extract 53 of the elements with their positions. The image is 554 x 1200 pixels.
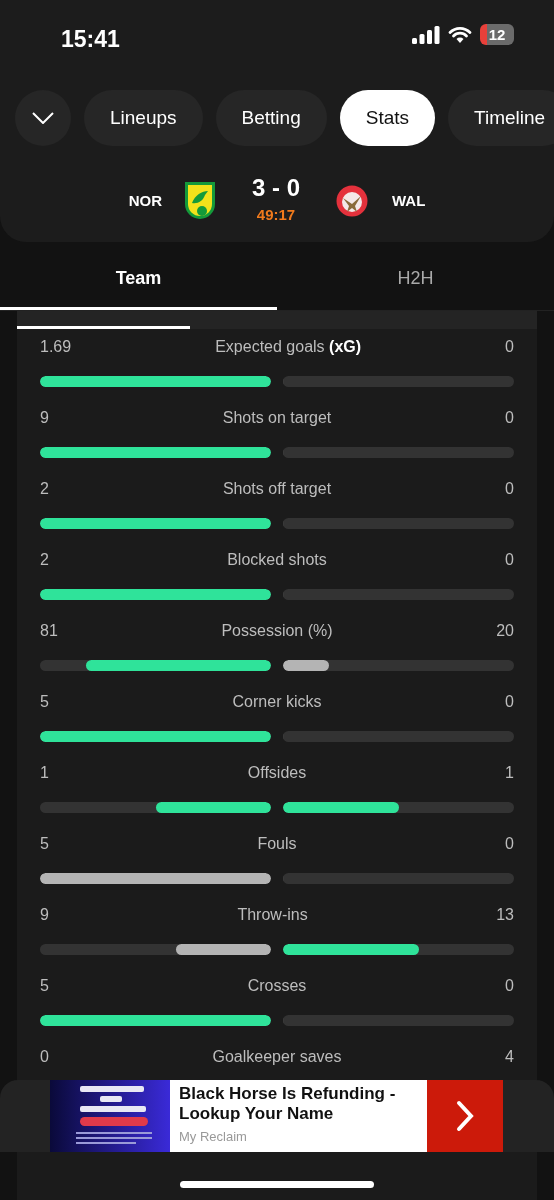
- stat-value: 0: [505, 337, 514, 357]
- match-clock: 49:17: [256, 204, 296, 225]
- round-crest-icon: [336, 185, 368, 217]
- stat-label: Shots off target: [222, 479, 332, 499]
- stat-value: 5: [40, 976, 49, 996]
- tab[interactable]: Betting: [215, 90, 327, 146]
- stat-value: 2: [40, 479, 49, 499]
- stat-value: 4: [505, 1047, 514, 1067]
- stat-label: Throw-ins: [237, 905, 308, 925]
- ad-open-button[interactable]: [427, 1080, 503, 1152]
- stat-value: 5: [40, 834, 49, 854]
- score: 3 - 0: [252, 175, 300, 200]
- chevron-right-icon: [456, 1100, 474, 1132]
- stat-value: 0: [505, 834, 514, 854]
- stat-value: 0: [505, 976, 514, 996]
- status-time: 15:41: [61, 25, 120, 54]
- wifi-icon: [448, 25, 472, 44]
- stat-label: Goalkeeper saves: [212, 1047, 342, 1067]
- tab[interactable]: Lineups: [84, 90, 203, 146]
- stat-value: 0: [40, 1047, 49, 1067]
- stat-label: Shots on target: [222, 408, 332, 428]
- signal-icon: [412, 25, 440, 44]
- battery-indicator: 12: [480, 24, 514, 45]
- stat-label: Crosses: [247, 976, 307, 996]
- team-code: NOR: [128, 190, 162, 211]
- stat-value: 0: [505, 692, 514, 712]
- stat-value: 13: [496, 905, 514, 925]
- stat-label: Possession (%): [221, 621, 333, 641]
- ad-source: My Reclaim: [179, 1127, 248, 1146]
- stat-value: 2: [40, 550, 49, 570]
- stat-value: 1: [505, 763, 514, 783]
- stat-label: Fouls: [257, 834, 297, 854]
- stat-label: Corner kicks: [232, 692, 322, 712]
- shield-crest-icon: [184, 181, 216, 221]
- team-code: WAL: [392, 190, 426, 211]
- stat-label: Blocked shots: [227, 550, 327, 570]
- stat-value: 0: [505, 479, 514, 499]
- stat-value: 0: [505, 550, 514, 570]
- stat-value: 20: [496, 621, 514, 641]
- subtab[interactable]: H2H: [277, 250, 554, 310]
- stat-label: Offsides: [247, 763, 307, 783]
- stat-value: 5: [40, 692, 49, 712]
- stat-value: 1: [40, 763, 49, 783]
- stat-value: 9: [40, 905, 49, 925]
- stat-value: 1.69: [40, 337, 72, 357]
- chevron-down-icon: [32, 112, 54, 124]
- stat-value: 81: [40, 621, 58, 641]
- stat-value: 9: [40, 408, 49, 428]
- ad-headline[interactable]: Black Horse Is Refunding - Lookup Your Name: [179, 1084, 418, 1125]
- stat-value: 0: [505, 408, 514, 428]
- stat-label: Expected goals (xG): [215, 337, 362, 357]
- tab[interactable]: Timeline: [448, 90, 554, 146]
- tab[interactable]: Stats: [339, 90, 436, 146]
